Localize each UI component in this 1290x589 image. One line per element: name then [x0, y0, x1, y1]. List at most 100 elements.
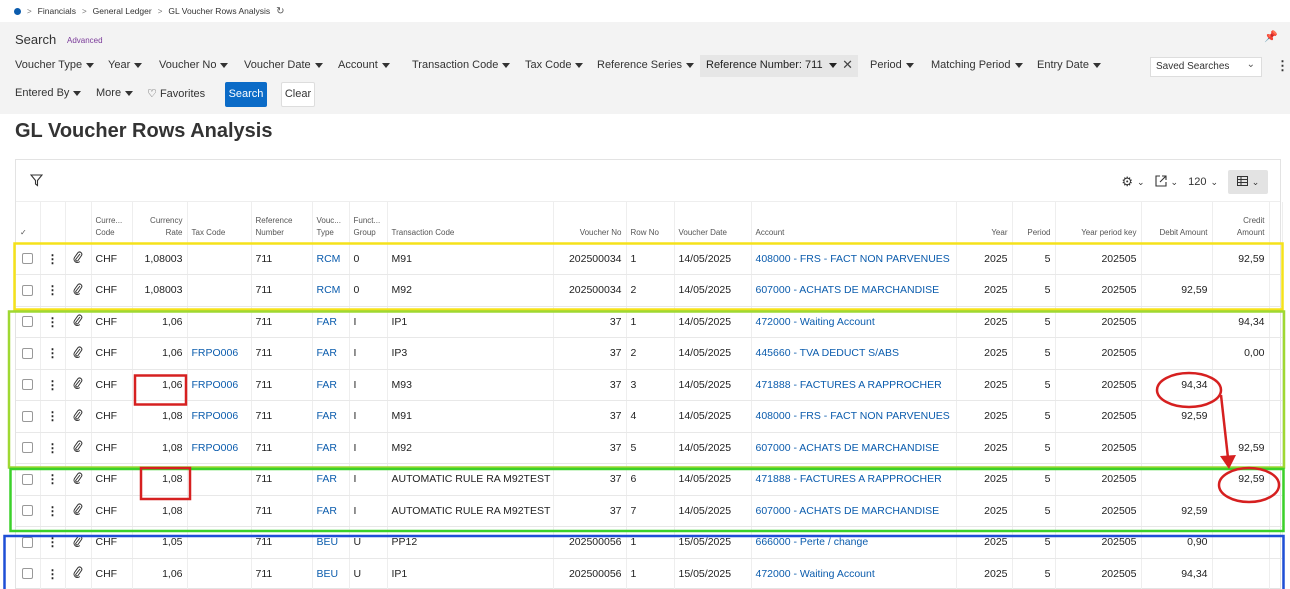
attachment-icon[interactable]	[65, 369, 92, 401]
filter-icon[interactable]	[29, 174, 44, 190]
cell-voucher-type[interactable]: FAR	[312, 495, 350, 527]
col-header-debit-amount[interactable]: Debit Amount	[1141, 202, 1213, 244]
close-icon[interactable]: ✕	[842, 57, 853, 73]
kebab-icon[interactable]: ⋮	[47, 346, 59, 360]
filter-matching-period[interactable]: Matching Period	[931, 59, 1023, 71]
col-header-year[interactable]: Year	[956, 202, 1013, 244]
filter-account[interactable]: Account	[338, 59, 390, 71]
advanced-search-link[interactable]: Advanced	[67, 36, 103, 45]
cell-account-value[interactable]: 607000 - ACHATS DE MARCHANDISE	[756, 505, 940, 517]
cell-voucher-type[interactable]: FAR	[312, 369, 350, 401]
cell-voucher-type-value[interactable]: FAR	[317, 316, 337, 328]
page-size-select[interactable]: 120 ⌄	[1188, 176, 1218, 188]
cell-tax-code[interactable]	[187, 306, 252, 338]
more-options-icon[interactable]: ⋮	[1276, 58, 1289, 74]
pin-icon[interactable]: 📌	[1264, 30, 1278, 43]
attachment-icon[interactable]	[65, 274, 92, 307]
col-header-voucher-no[interactable]: Voucher No	[553, 202, 627, 244]
row-checkbox[interactable]	[16, 558, 41, 589]
cell-voucher-type[interactable]: FAR	[312, 463, 350, 496]
row-actions-icon[interactable]: ⋮	[40, 432, 66, 464]
col-header-account[interactable]: Account	[751, 202, 957, 244]
kebab-icon[interactable]: ⋮	[47, 535, 59, 549]
attachment-icon[interactable]	[65, 526, 92, 559]
paperclip-icon[interactable]	[73, 346, 83, 361]
cell-account[interactable]: 472000 - Waiting Account	[751, 558, 957, 589]
cell-voucher-type-value[interactable]: FAR	[317, 379, 337, 391]
paperclip-icon[interactable]	[73, 472, 83, 487]
cell-tax-code-value[interactable]: FRPO006	[192, 410, 239, 422]
filter-reference-number[interactable]: Reference Number: 711 ✕	[700, 55, 858, 77]
cell-tax-code[interactable]: FRPO006	[187, 369, 252, 401]
cell-tax-code[interactable]	[187, 526, 252, 559]
filter-voucher-type[interactable]: Voucher Type	[15, 59, 95, 71]
col-header-voucher-date[interactable]: Voucher Date	[674, 202, 752, 244]
row-actions-icon[interactable]: ⋮	[40, 558, 66, 589]
row-actions-icon[interactable]: ⋮	[40, 400, 66, 433]
col-header-currency-code[interactable]: Curre... Code	[91, 202, 133, 244]
cell-voucher-type[interactable]: BEU	[312, 558, 350, 589]
row-checkbox[interactable]	[16, 243, 41, 275]
row-actions-icon[interactable]: ⋮	[40, 243, 66, 275]
table-row[interactable]: ⋮ CHF 1,08 711 FAR I AUTOMATIC RULE RA M92TEST…	[16, 463, 1283, 496]
cell-account[interactable]: 408000 - FRS - FACT NON PARVENUES	[751, 243, 957, 275]
view-toggle[interactable]: ⌄	[1228, 170, 1268, 194]
cell-account-value[interactable]: 607000 - ACHATS DE MARCHANDISE	[756, 284, 940, 296]
cell-voucher-type-value[interactable]: BEU	[317, 536, 339, 548]
filter-reference-series[interactable]: Reference Series	[597, 59, 694, 71]
checkbox-icon[interactable]	[22, 347, 34, 359]
attachment-icon[interactable]	[65, 306, 92, 338]
cell-voucher-type-value[interactable]: FAR	[317, 442, 337, 454]
cell-account[interactable]: 472000 - Waiting Account	[751, 306, 957, 338]
kebab-icon[interactable]: ⋮	[47, 504, 59, 518]
filter-period[interactable]: Period	[870, 59, 914, 71]
row-actions-icon[interactable]: ⋮	[40, 337, 66, 370]
checkbox-icon[interactable]	[22, 568, 34, 580]
kebab-icon[interactable]: ⋮	[47, 315, 59, 329]
cell-account[interactable]: 471888 - FACTURES A RAPPROCHER	[751, 369, 957, 401]
col-header-period[interactable]: Period	[1012, 202, 1056, 244]
clear-button[interactable]: Clear	[281, 82, 315, 107]
checkbox-icon[interactable]	[22, 536, 34, 548]
cell-account[interactable]: 607000 - ACHATS DE MARCHANDISE	[751, 432, 957, 464]
checkbox-icon[interactable]	[22, 316, 34, 328]
filter-entered-by[interactable]: Entered By	[15, 87, 82, 99]
cell-tax-code[interactable]	[187, 243, 252, 275]
cell-voucher-type-value[interactable]: FAR	[317, 347, 337, 359]
checkbox-icon[interactable]	[22, 442, 34, 454]
caret-down-icon[interactable]	[828, 62, 837, 68]
cell-voucher-type-value[interactable]: FAR	[317, 505, 337, 517]
col-header-row-no[interactable]: Row No	[626, 202, 675, 244]
cell-voucher-type[interactable]: FAR	[312, 400, 350, 433]
row-actions-icon[interactable]: ⋮	[40, 526, 66, 559]
filter-year[interactable]: Year	[108, 59, 143, 71]
search-button[interactable]: Search	[225, 82, 267, 107]
cell-tax-code-value[interactable]: FRPO006	[192, 347, 239, 359]
breadcrumb-item-financials[interactable]: Financials	[38, 6, 76, 16]
kebab-icon[interactable]: ⋮	[47, 441, 59, 455]
export-menu[interactable]: ⌄	[1154, 174, 1178, 190]
table-row[interactable]: ⋮ CHF 1,06 FRPO006 711 FAR I IP3 37 2 14/05/2025 44…	[16, 337, 1283, 370]
table-row[interactable]: ⋮ CHF 1,08003 711 RCM 0 M92 202500034 2 14/05/202…	[16, 274, 1283, 307]
checkbox-icon[interactable]	[22, 505, 34, 517]
paperclip-icon[interactable]	[73, 440, 83, 455]
col-header-year-period-key[interactable]: Year period key	[1055, 202, 1142, 244]
select-all-header[interactable]: ✓	[16, 202, 41, 244]
table-row[interactable]: ⋮ CHF 1,08 FRPO006 711 FAR I M92 37 5 14/05/2025 60…	[16, 432, 1283, 464]
attachment-icon[interactable]	[65, 400, 92, 433]
cell-tax-code[interactable]: FRPO006	[187, 432, 252, 464]
cell-account[interactable]: 607000 - ACHATS DE MARCHANDISE	[751, 495, 957, 527]
paperclip-icon[interactable]	[73, 566, 83, 581]
cell-account-value[interactable]: 666000 - Perte / change	[756, 536, 869, 548]
table-row[interactable]: ⋮ CHF 1,06 711 FAR I IP1 37 1 14/05/2025 472000 - …	[16, 306, 1283, 338]
row-actions-icon[interactable]: ⋮	[40, 495, 66, 527]
col-header-voucher-type[interactable]: Vouc... Type	[312, 202, 350, 244]
col-header-reference-number[interactable]: Reference Number	[251, 202, 313, 244]
cell-voucher-type-value[interactable]: RCM	[317, 253, 341, 265]
breadcrumb-item-general-ledger[interactable]: General Ledger	[93, 6, 152, 16]
checkbox-icon[interactable]	[22, 284, 34, 296]
row-checkbox[interactable]	[16, 274, 41, 307]
cell-account-value[interactable]: 445660 - TVA DEDUCT S/ABS	[756, 347, 900, 359]
cell-voucher-type[interactable]: FAR	[312, 337, 350, 370]
refresh-icon[interactable]: ↻	[276, 6, 284, 17]
